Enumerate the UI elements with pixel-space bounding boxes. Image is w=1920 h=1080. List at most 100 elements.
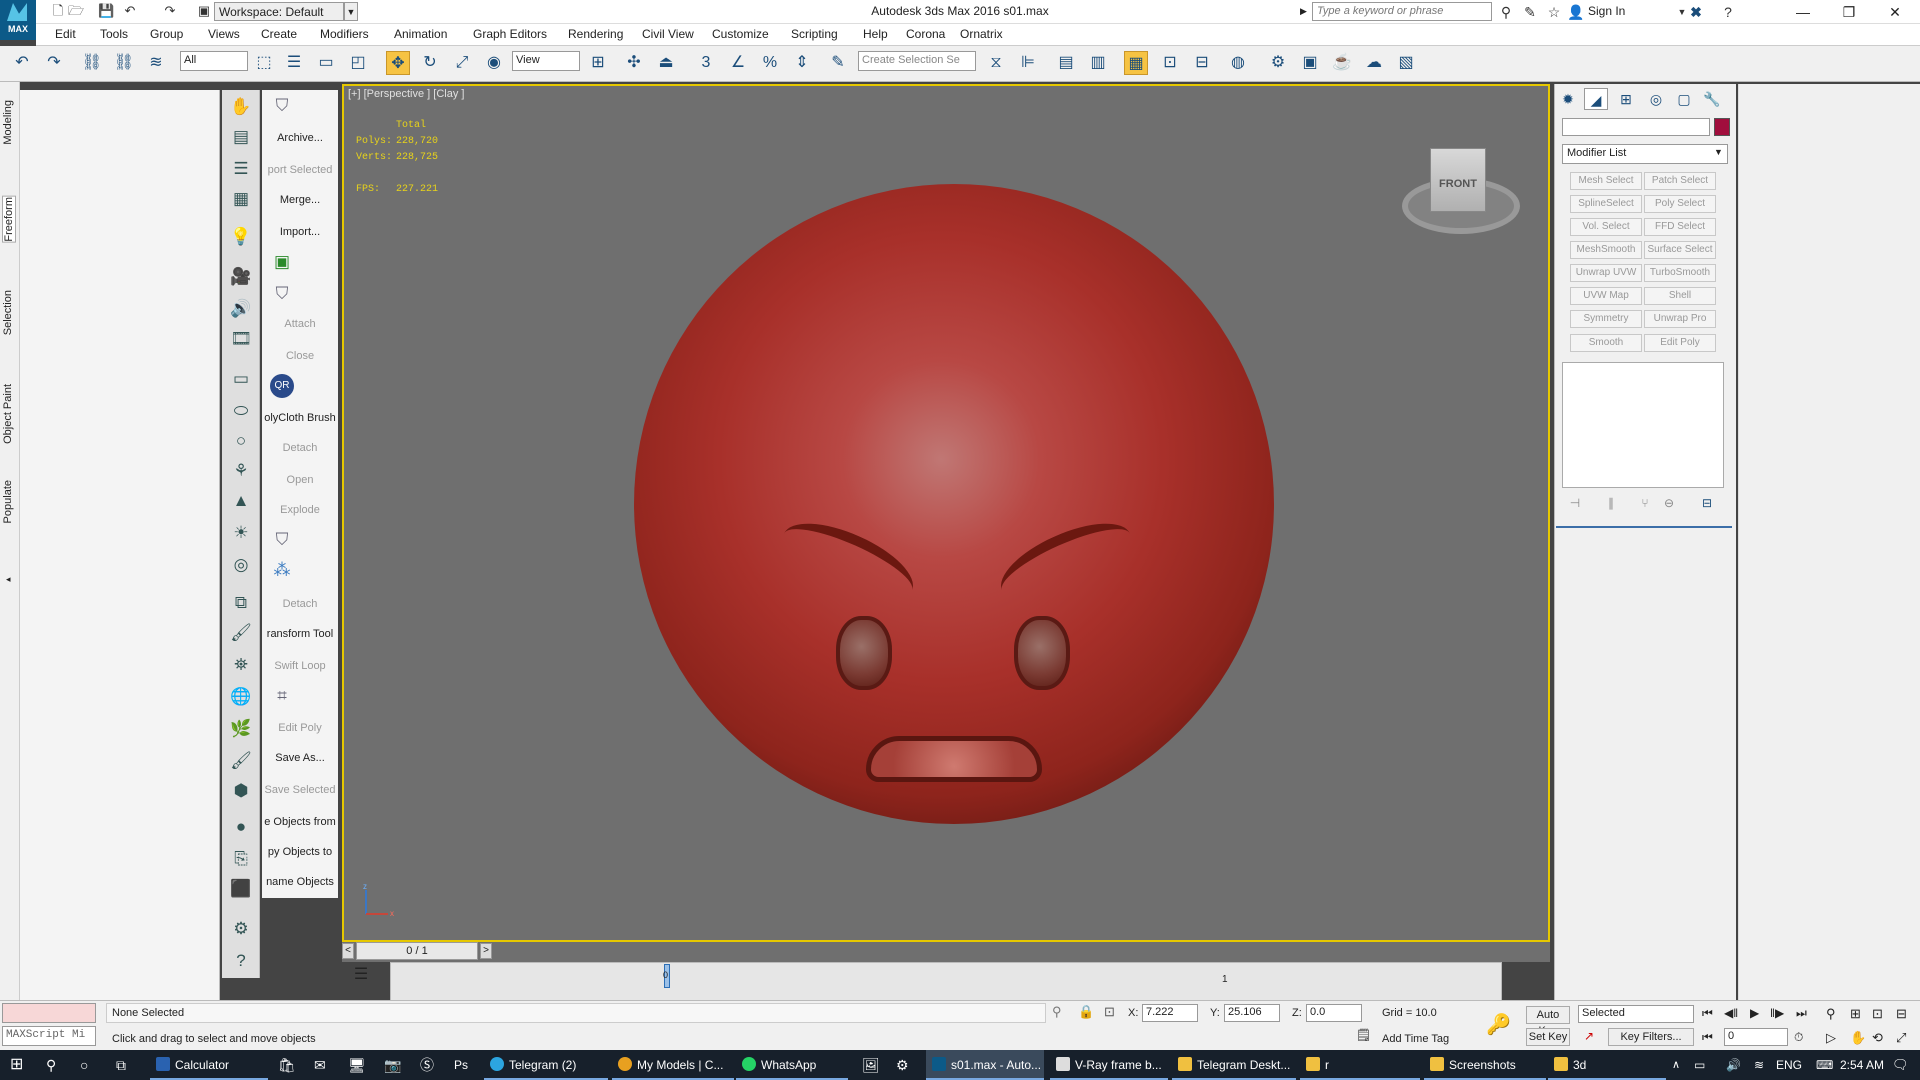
field-of-view-icon[interactable]: ▷ [1826,1030,1836,1046]
stack-icon[interactable]: ⧉ [228,590,254,616]
swift-loop-button[interactable]: Swift Loop [264,652,336,680]
tray-overflow-icon[interactable]: ∧ [1672,1050,1680,1080]
modifier-symmetry-button[interactable]: Symmetry [1570,310,1642,328]
taskbar-chrome[interactable]: My Models | C... [612,1050,734,1080]
set-key-button[interactable]: Set Key [1526,1028,1570,1046]
material-editor-icon[interactable]: ◍ [1226,51,1250,75]
task-view-icon[interactable]: ⧉ [116,1050,126,1080]
modifier-list-dropdown[interactable]: Modifier List [1562,144,1728,164]
plant-icon[interactable]: 🌿 [228,716,254,742]
render-icon[interactable]: ⬛ [228,876,254,902]
maximize-viewport-icon[interactable]: ⤢ [1896,1030,1906,1046]
sphere-icon[interactable]: ○ [228,428,254,454]
minimize-button[interactable]: — [1780,0,1826,24]
orbit-icon[interactable]: ⟲ [1872,1030,1883,1046]
motion-tab-icon[interactable]: ◎ [1644,88,1668,110]
detach-button-2[interactable]: Detach [264,590,336,618]
menu-scripting[interactable]: Scripting [791,27,838,41]
skype-icon[interactable]: Ⓢ [420,1050,434,1080]
restore-button[interactable]: ❐ [1826,0,1872,24]
save-copy-icon[interactable]: ⎘ [228,846,254,872]
selection-filter-dropdown[interactable]: All [180,51,248,71]
modify-tab-icon[interactable]: ◢ [1584,88,1608,110]
window-crossing-icon[interactable]: ◰ [346,51,370,75]
camera-icon[interactable]: 🎥 [228,264,254,290]
menu-tools[interactable]: Tools [100,27,128,41]
taskbar-vray-frame[interactable]: V-Ray frame b... [1050,1050,1168,1080]
settings-icon[interactable]: ⚙ [228,916,254,942]
menu-create[interactable]: Create [261,27,297,41]
percent-snap-icon[interactable]: % [758,51,782,75]
select-by-name-icon[interactable]: ☰ [282,51,306,75]
menu-modifiers[interactable]: Modifiers [320,27,369,41]
time-slider[interactable]: 0 / 1 [356,942,478,960]
settings-taskbar-icon[interactable]: ⚙ [896,1050,909,1080]
modifier-edit-poly-button[interactable]: Edit Poly [1644,334,1716,352]
table-icon[interactable]: ▦ [228,186,254,212]
viewport-label[interactable]: [+] [Perspective ] [Clay ] [348,88,464,100]
select-manipulate-icon[interactable]: ✣ [622,51,646,75]
layer-explorer-icon[interactable]: ▥ [1086,51,1110,75]
store-icon[interactable]: 🛍 [278,1050,296,1080]
undo-icon[interactable]: ↶ [10,51,34,75]
link-icon[interactable]: ⛓ [80,51,104,75]
speaker-icon[interactable]: 🔊 [228,296,254,322]
zoom-extents-all-icon[interactable]: ⊟ [1896,1006,1907,1022]
help-icon[interactable]: ? [1718,2,1738,22]
rendered-frame-window-icon[interactable]: ▣ [1298,51,1322,75]
time-tag-icon[interactable]: 🗒 [1356,1028,1371,1042]
modifier-ffd-select-button[interactable]: FFD Select [1644,218,1716,236]
menu-edit[interactable]: Edit [55,27,76,41]
edit-named-selection-icon[interactable]: ✎ [826,51,850,75]
form-icon[interactable]: ▤ [228,124,254,150]
named-selection-set-dropdown[interactable]: Create Selection Se [858,51,976,71]
go-to-start-icon[interactable]: ⏮ [1702,1006,1713,1021]
taskbar-telegram-desktop[interactable]: Telegram Deskt... [1172,1050,1296,1080]
menu-views[interactable]: Views [208,27,240,41]
rock-icon[interactable]: ⬢ [228,778,254,804]
ribbon-tab-object-paint[interactable]: Object Paint [2,384,14,444]
angle-snap-icon[interactable]: ∠ [726,51,750,75]
next-frame-icon[interactable]: ‖▶ [1770,1006,1784,1020]
render-production-icon[interactable]: ☕ [1330,51,1354,75]
grass-icon[interactable]: ⚘ [228,458,254,484]
taskbar-telegram[interactable]: Telegram (2) [484,1050,608,1080]
zoom-all-icon[interactable]: ⊞ [1850,1006,1861,1022]
absolute-mode-icon[interactable]: ⊡ [1104,1004,1115,1020]
modifier-unwrap-pro-button[interactable]: Unwrap Pro [1644,310,1716,328]
scene-explorer-icon[interactable]: ▤ [1054,51,1078,75]
modifier-unwrap-uvw-button[interactable]: Unwrap UVW [1570,264,1642,282]
taskbar-screenshots[interactable]: Screenshots [1424,1050,1546,1080]
taskbar-folder-r[interactable]: r [1300,1050,1420,1080]
go-to-end-icon[interactable]: ⏭ [1796,1006,1807,1021]
notifications-icon[interactable]: 🗨 [1892,1050,1909,1080]
key-mode-toggle-icon[interactable]: ⏮ [1702,1030,1713,1045]
mirror-icon[interactable]: ⧖ [984,51,1008,75]
pin-stack-icon[interactable]: ⊣ [1566,494,1584,512]
play-icon[interactable]: ▶ [1750,1006,1759,1020]
display-tab-icon[interactable]: ▢ [1672,88,1696,110]
help-circle-icon[interactable]: ? [228,948,254,974]
communication-center-icon[interactable]: ✎ [1520,2,1540,22]
mini-curve-editor-icon[interactable]: ☰ [346,964,376,986]
export-selected-button[interactable]: port Selected [264,156,336,184]
save-as-button[interactable]: Save As... [264,744,336,772]
menu-civil-view[interactable]: Civil View [642,27,694,41]
add-time-tag-button[interactable]: Add Time Tag [1382,1033,1449,1045]
import-button[interactable]: Import... [264,218,336,246]
select-and-place-icon[interactable]: ◉ [482,51,506,75]
modifier-mesh-select-button[interactable]: Mesh Select [1570,172,1642,190]
pan-view-icon[interactable]: ✋ [1850,1030,1866,1046]
open-button[interactable]: Open [264,466,336,494]
select-object-icon[interactable]: ⬚ [252,51,276,75]
menu-group[interactable]: Group [150,27,183,41]
maxscript-listener-output[interactable] [2,1003,96,1023]
configure-modifier-sets-icon[interactable]: ⊟ [1698,494,1716,512]
volume-icon[interactable]: 🔊 [1726,1050,1741,1080]
globe-icon[interactable]: 🌐 [228,684,254,710]
menu-animation[interactable]: Animation [394,27,447,41]
modifier-spline-select-button[interactable]: SplineSelect [1570,195,1642,213]
toggle-ribbon-icon[interactable]: ▦ [1124,51,1148,75]
close-button-tool[interactable]: Close [264,342,336,370]
schematic-view-icon[interactable]: ⊟ [1190,51,1214,75]
